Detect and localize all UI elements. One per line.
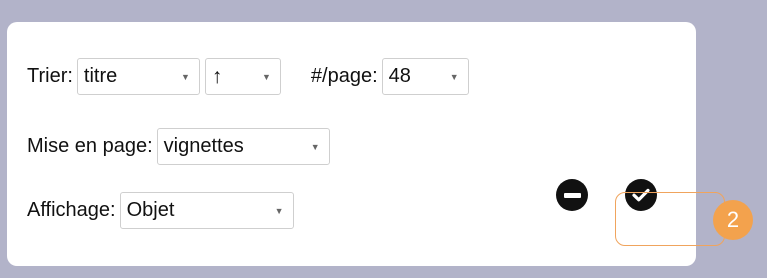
chevron-down-icon: ▼ (449, 71, 459, 82)
display-value: Objet (126, 199, 175, 221)
options-panel: Trier: titre ▼ ↑ ▼ #/page: 48 ▼ Mise en … (7, 22, 696, 266)
sort-row: Trier: titre ▼ ↑ ▼ #/page: 48 ▼ (27, 58, 469, 95)
layout-row: Mise en page: vignettes ▼ (27, 128, 330, 165)
chevron-down-icon: ▼ (274, 205, 284, 216)
layout-label: Mise en page: (27, 135, 153, 157)
sort-label: Trier: (27, 65, 73, 87)
display-row: Affichage: Objet ▼ (27, 192, 294, 229)
minus-icon (563, 192, 581, 198)
per-page-value: 48 (388, 65, 411, 87)
chevron-down-icon: ▼ (310, 141, 320, 152)
chevron-down-icon: ▼ (262, 71, 271, 82)
display-label: Affichage: (27, 199, 116, 221)
sort-direction-value: ↑ (211, 64, 223, 88)
per-page-label: #/page: (310, 65, 378, 87)
layout-select[interactable]: vignettes ▼ (156, 128, 330, 165)
callout-number-badge: 2 (713, 200, 753, 240)
sort-direction-select[interactable]: ↑ ▼ (204, 58, 281, 95)
per-page-select[interactable]: 48 ▼ (381, 58, 469, 95)
callout-highlight (615, 192, 725, 246)
layout-value: vignettes (163, 135, 244, 157)
chevron-down-icon: ▼ (181, 71, 190, 82)
cancel-button[interactable] (556, 179, 588, 211)
sort-field-value: titre (83, 65, 118, 87)
display-select[interactable]: Objet ▼ (119, 192, 294, 229)
sort-field-select[interactable]: titre ▼ (76, 58, 200, 95)
